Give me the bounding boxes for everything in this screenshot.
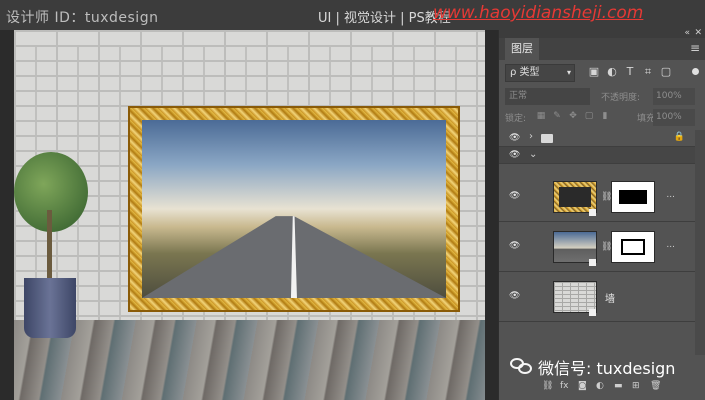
fill-field[interactable]: 100% bbox=[653, 109, 695, 126]
layer-group-row[interactable]: 👁 › 🔒 bbox=[499, 130, 695, 147]
panel-tab-bar: 图层 ≡ bbox=[499, 38, 705, 60]
adjustment-layer-icon[interactable]: ◐ bbox=[596, 381, 606, 391]
link-layers-icon[interactable]: ⛓ bbox=[542, 381, 553, 391]
layer-row-wall[interactable]: 👁 墙 bbox=[499, 272, 695, 322]
hamburger-menu-icon[interactable]: ≡ bbox=[690, 41, 700, 55]
chevron-down-icon[interactable]: ⌄ bbox=[529, 149, 537, 160]
filter-kind-label: ρ 类型 bbox=[510, 67, 540, 78]
filter-kind-select[interactable]: ρ 类型 ▾ bbox=[505, 64, 575, 82]
lock-brush-icon[interactable]: ✎ bbox=[551, 110, 563, 122]
blend-mode-select[interactable]: 正常 bbox=[505, 88, 590, 105]
lock-move-icon[interactable]: ✥ bbox=[567, 110, 579, 122]
more-icon: ... bbox=[666, 240, 675, 250]
plant-pot bbox=[24, 278, 76, 338]
road-photo bbox=[142, 120, 446, 298]
smart-object-badge bbox=[589, 309, 596, 316]
layer-list: 👁 › 🔒 👁 ⌄ 👁 ⛓ ... 👁 ⛓ ... 👁 墙 bbox=[499, 130, 705, 355]
lock-all-icon[interactable]: ▮ bbox=[599, 110, 611, 122]
panel-header-strip: « ✕ bbox=[499, 28, 705, 38]
canvas-area[interactable] bbox=[0, 30, 498, 400]
layers-panel: « ✕ 图层 ≡ ρ 类型 ▾ ▣ ◐ T ⌗ ▢ 正常 不透明度: 100% … bbox=[498, 28, 705, 400]
mask-shape bbox=[621, 239, 645, 255]
filter-adjustment-icon[interactable]: ◐ bbox=[605, 65, 619, 79]
lock-label: 锁定: bbox=[505, 114, 527, 124]
filter-pixel-icon[interactable]: ▣ bbox=[587, 65, 601, 79]
panel-bottom-toolbar: ⛓ fx ◙ ◐ ▬ ⊞ 🗑 bbox=[498, 376, 705, 400]
watermark-designer: 设计师 ID：tuxdesign bbox=[6, 10, 159, 26]
filter-shape-icon[interactable]: ⌗ bbox=[641, 65, 655, 79]
layer-mask-thumbnail[interactable] bbox=[611, 181, 655, 213]
delete-layer-icon[interactable]: 🗑 bbox=[650, 381, 661, 391]
lock-icon: 🔒 bbox=[673, 132, 685, 142]
app-window: 设计师 ID：tuxdesign UI | 视觉设计 | PS教程 www.ha… bbox=[0, 0, 705, 400]
lock-transparency-icon[interactable]: ▦ bbox=[535, 110, 547, 122]
layer-row-photo[interactable]: 👁 ⛓ ... bbox=[499, 222, 695, 272]
tab-layers[interactable]: 图层 bbox=[505, 38, 539, 60]
more-icon: ... bbox=[666, 190, 675, 200]
layer-list-scrollbar[interactable] bbox=[695, 130, 705, 355]
chevron-down-icon: ▾ bbox=[566, 68, 571, 77]
close-icon[interactable]: ✕ bbox=[694, 28, 702, 38]
chevron-right-icon[interactable]: › bbox=[529, 131, 533, 142]
top-bar: 设计师 ID：tuxdesign UI | 视觉设计 | PS教程 www.ha… bbox=[0, 0, 705, 30]
wood-floor bbox=[14, 320, 485, 400]
eye-icon[interactable]: 👁 bbox=[509, 291, 520, 301]
wechat-id-text: 微信号: tuxdesign bbox=[538, 359, 676, 378]
smart-object-badge bbox=[589, 209, 596, 216]
collapse-icon[interactable]: « bbox=[684, 28, 690, 38]
opacity-field[interactable]: 100% bbox=[653, 88, 695, 105]
fx-icon[interactable]: fx bbox=[560, 381, 570, 391]
add-mask-icon[interactable]: ◙ bbox=[578, 381, 588, 391]
lock-artboard-icon[interactable]: ▢ bbox=[583, 110, 595, 122]
layer-filter-row: ρ 类型 ▾ ▣ ◐ T ⌗ ▢ bbox=[505, 64, 701, 84]
smart-object-badge bbox=[589, 259, 596, 266]
filter-type-icon[interactable]: T bbox=[623, 65, 637, 79]
watermark-category: UI | 视觉设计 | PS教程 bbox=[318, 11, 451, 26]
mask-shape bbox=[619, 190, 647, 204]
layer-name[interactable]: 墙 bbox=[605, 290, 615, 305]
wechat-icon bbox=[510, 358, 532, 374]
layer-group-open-row[interactable]: 👁 ⌄ bbox=[499, 147, 695, 164]
lock-row: 锁定: ▦ ✎ ✥ ▢ ▮ 填充: 100% bbox=[505, 109, 701, 127]
new-group-icon[interactable]: ▬ bbox=[614, 381, 624, 391]
folder-icon bbox=[541, 134, 553, 143]
blend-row: 正常 不透明度: 100% bbox=[505, 88, 701, 106]
eye-icon[interactable]: 👁 bbox=[509, 241, 520, 251]
filter-smart-object-icon[interactable]: ▢ bbox=[659, 65, 673, 79]
watermark-url: www.haoyidiansheji.com bbox=[433, 3, 644, 23]
layer-row-frame[interactable]: 👁 ⛓ ... bbox=[499, 172, 695, 222]
layer-mask-thumbnail[interactable] bbox=[611, 231, 655, 263]
eye-icon[interactable]: 👁 bbox=[509, 133, 520, 143]
eye-icon[interactable]: 👁 bbox=[509, 191, 520, 201]
new-layer-icon[interactable]: ⊞ bbox=[632, 381, 642, 391]
eye-icon[interactable]: 👁 bbox=[509, 150, 520, 160]
gold-picture-frame bbox=[128, 106, 460, 312]
plant-trunk bbox=[47, 210, 52, 282]
document-canvas[interactable] bbox=[14, 30, 485, 400]
filter-toggle-icon[interactable] bbox=[692, 68, 699, 75]
opacity-label: 不透明度: bbox=[601, 93, 641, 103]
